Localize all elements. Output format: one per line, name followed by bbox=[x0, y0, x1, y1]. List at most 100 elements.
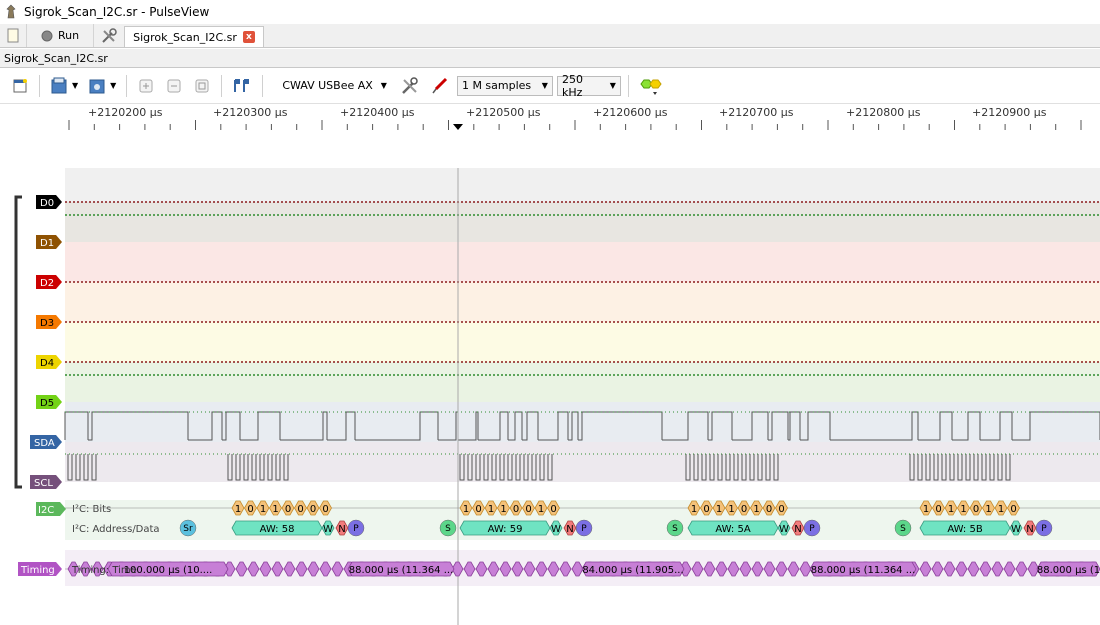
channel-row-bg bbox=[65, 202, 1100, 242]
zoom-fit-icon bbox=[195, 79, 209, 92]
main-toolbar: ▼ ▼ CWAV USBee AX ▼ 1 M samples ▼ 250 kH… bbox=[0, 68, 1100, 104]
i2c-repeated-start-text: Sr bbox=[183, 524, 193, 534]
i2c-write-bit-text: W bbox=[323, 524, 333, 535]
i2c-stop-text: P bbox=[1041, 524, 1047, 534]
i2c-bit-text: 1 bbox=[728, 504, 734, 515]
i2c-bit-text: 1 bbox=[960, 504, 966, 515]
i2c-bit-text: 1 bbox=[923, 504, 929, 515]
timing-value-text: 88.000 μs (11.364 ... bbox=[349, 565, 454, 576]
i2c-bit-text: 1 bbox=[538, 504, 544, 515]
configure-device-button[interactable] bbox=[397, 73, 423, 99]
i2c-stop-text: P bbox=[353, 524, 359, 534]
i2c-bit-text: 1 bbox=[948, 504, 954, 515]
save-button[interactable]: ▼ bbox=[85, 73, 119, 99]
zoom-fit-button[interactable] bbox=[190, 73, 214, 99]
i2c-address-text: AW: 59 bbox=[488, 524, 523, 535]
cursor-icon bbox=[234, 78, 250, 92]
i2c-bit-text: 0 bbox=[297, 504, 303, 515]
add-decoder-button[interactable] bbox=[636, 73, 666, 99]
i2c-bit-text: 1 bbox=[272, 504, 278, 515]
i2c-bit-text: 0 bbox=[935, 504, 941, 515]
channel-row-bg bbox=[65, 362, 1100, 402]
open-dropdown-icon[interactable]: ▼ bbox=[72, 81, 78, 90]
probe-icon bbox=[432, 77, 448, 93]
i2c-bit-text: 0 bbox=[766, 504, 772, 515]
toolbar-separator bbox=[39, 74, 40, 97]
channel-name: D3 bbox=[40, 318, 54, 329]
toolbar-separator bbox=[126, 74, 128, 97]
settings-tab-button[interactable] bbox=[94, 24, 124, 47]
timing-value-text: 84.000 μs (11.905... bbox=[582, 565, 683, 576]
new-document-icon bbox=[7, 28, 19, 42]
zoom-in-icon bbox=[139, 79, 153, 92]
i2c-bit-text: 0 bbox=[703, 504, 709, 515]
close-tab-icon[interactable]: x bbox=[242, 31, 255, 43]
open-button[interactable]: ▼ bbox=[47, 73, 81, 99]
title-bar: Sigrok_Scan_I2C.sr - PulseView bbox=[0, 0, 1100, 24]
i2c-bit-text: 1 bbox=[998, 504, 1004, 515]
device-name[interactable]: CWAV USBee AX bbox=[270, 79, 376, 92]
session-tab-label: Sigrok_Scan_I2C.sr bbox=[133, 30, 237, 44]
i2c-nack-text: N bbox=[338, 524, 345, 535]
decoders-icon bbox=[640, 79, 662, 95]
i2c-write-bit-text: W bbox=[779, 524, 789, 535]
i2c-bit-text: 1 bbox=[716, 504, 722, 515]
new-view-button[interactable] bbox=[8, 73, 32, 99]
probe-config-button[interactable] bbox=[427, 73, 453, 99]
trace-viewport[interactable]: D0 D1 D2 D3 D4 D5 SDA SCL I2C I²C: Bits I²C: Addre… bbox=[0, 104, 1100, 625]
toolbar-separator bbox=[262, 74, 264, 97]
configure-device-icon bbox=[402, 76, 418, 94]
i2c-bit-text: 0 bbox=[285, 504, 291, 515]
ruler-ticks bbox=[68, 120, 1082, 130]
timing-value-text: 88.000 μs (11.364 ... bbox=[811, 565, 916, 576]
i2c-write-bit-text: W bbox=[1011, 524, 1021, 535]
i2c-bit-text: 0 bbox=[310, 504, 316, 515]
decoder-row-caption: I²C: Bits bbox=[72, 504, 111, 515]
i2c-start-text: S bbox=[900, 524, 906, 534]
time-ruler[interactable]: +2120200 μs +2120300 μs +2120400 μs +212050… bbox=[65, 104, 1100, 168]
i2c-bit-text: 0 bbox=[741, 504, 747, 515]
timing-value-text: 100.000 μs (10.... bbox=[124, 565, 213, 576]
i2c-bit-text: 1 bbox=[463, 504, 469, 515]
channel-name: D5 bbox=[40, 398, 54, 409]
samplerate-dropdown-icon: ▼ bbox=[609, 81, 616, 90]
toolbar-separator bbox=[221, 74, 223, 97]
timing-value-text: 88.000 μs (1 bbox=[1037, 565, 1100, 576]
channel-row-bg bbox=[65, 282, 1100, 322]
zoom-in-button[interactable] bbox=[134, 73, 158, 99]
i2c-bit-text: 0 bbox=[525, 504, 531, 515]
samples-select[interactable]: 1 M samples ▼ bbox=[456, 75, 553, 96]
i2c-bit-text: 1 bbox=[235, 504, 241, 515]
session-name: Sigrok_Scan_I2C.sr bbox=[4, 51, 108, 65]
toolbar-separator bbox=[627, 74, 629, 97]
channel-row-bg bbox=[65, 242, 1100, 282]
channel-name: D1 bbox=[40, 238, 54, 249]
cursor-button[interactable] bbox=[229, 73, 255, 99]
save-dropdown-icon[interactable]: ▼ bbox=[110, 81, 116, 90]
decoder-name: Timing bbox=[20, 565, 55, 576]
i2c-bit-text: 1 bbox=[753, 504, 759, 515]
channel-row-bg bbox=[65, 322, 1100, 362]
samples-dropdown-icon: ▼ bbox=[541, 81, 548, 90]
pulseview-logo-icon bbox=[6, 4, 16, 19]
channel-name: D2 bbox=[40, 278, 54, 289]
trace-canvas[interactable]: D0 D1 D2 D3 D4 D5 SDA SCL I2C I²C: Bits I²C: Addre… bbox=[0, 104, 1100, 625]
run-button[interactable]: Run bbox=[27, 24, 95, 47]
samplerate-select[interactable]: 250 kHz ▼ bbox=[556, 72, 621, 99]
channel-name: SDA bbox=[34, 438, 55, 449]
device-dropdown-icon[interactable]: ▼ bbox=[381, 81, 387, 90]
decoder-name: I2C bbox=[38, 505, 54, 516]
samples-value: 1 M samples bbox=[461, 79, 532, 92]
new-session-button[interactable] bbox=[0, 24, 27, 47]
channel-name: D0 bbox=[40, 198, 54, 209]
samplerate-value: 250 kHz bbox=[561, 72, 583, 99]
run-circle-icon bbox=[41, 30, 53, 41]
i2c-address-text: AW: 5A bbox=[715, 524, 751, 535]
zoom-out-button[interactable] bbox=[162, 73, 186, 99]
i2c-address-text: AW: 5B bbox=[947, 524, 983, 535]
i2c-bit-text: 0 bbox=[247, 504, 253, 515]
i2c-bit-text: 1 bbox=[500, 504, 506, 515]
decoder-row-caption: Timing: Time bbox=[71, 565, 137, 576]
session-tab[interactable]: Sigrok_Scan_I2C.sr x bbox=[124, 26, 264, 47]
save-file-icon bbox=[89, 79, 105, 93]
